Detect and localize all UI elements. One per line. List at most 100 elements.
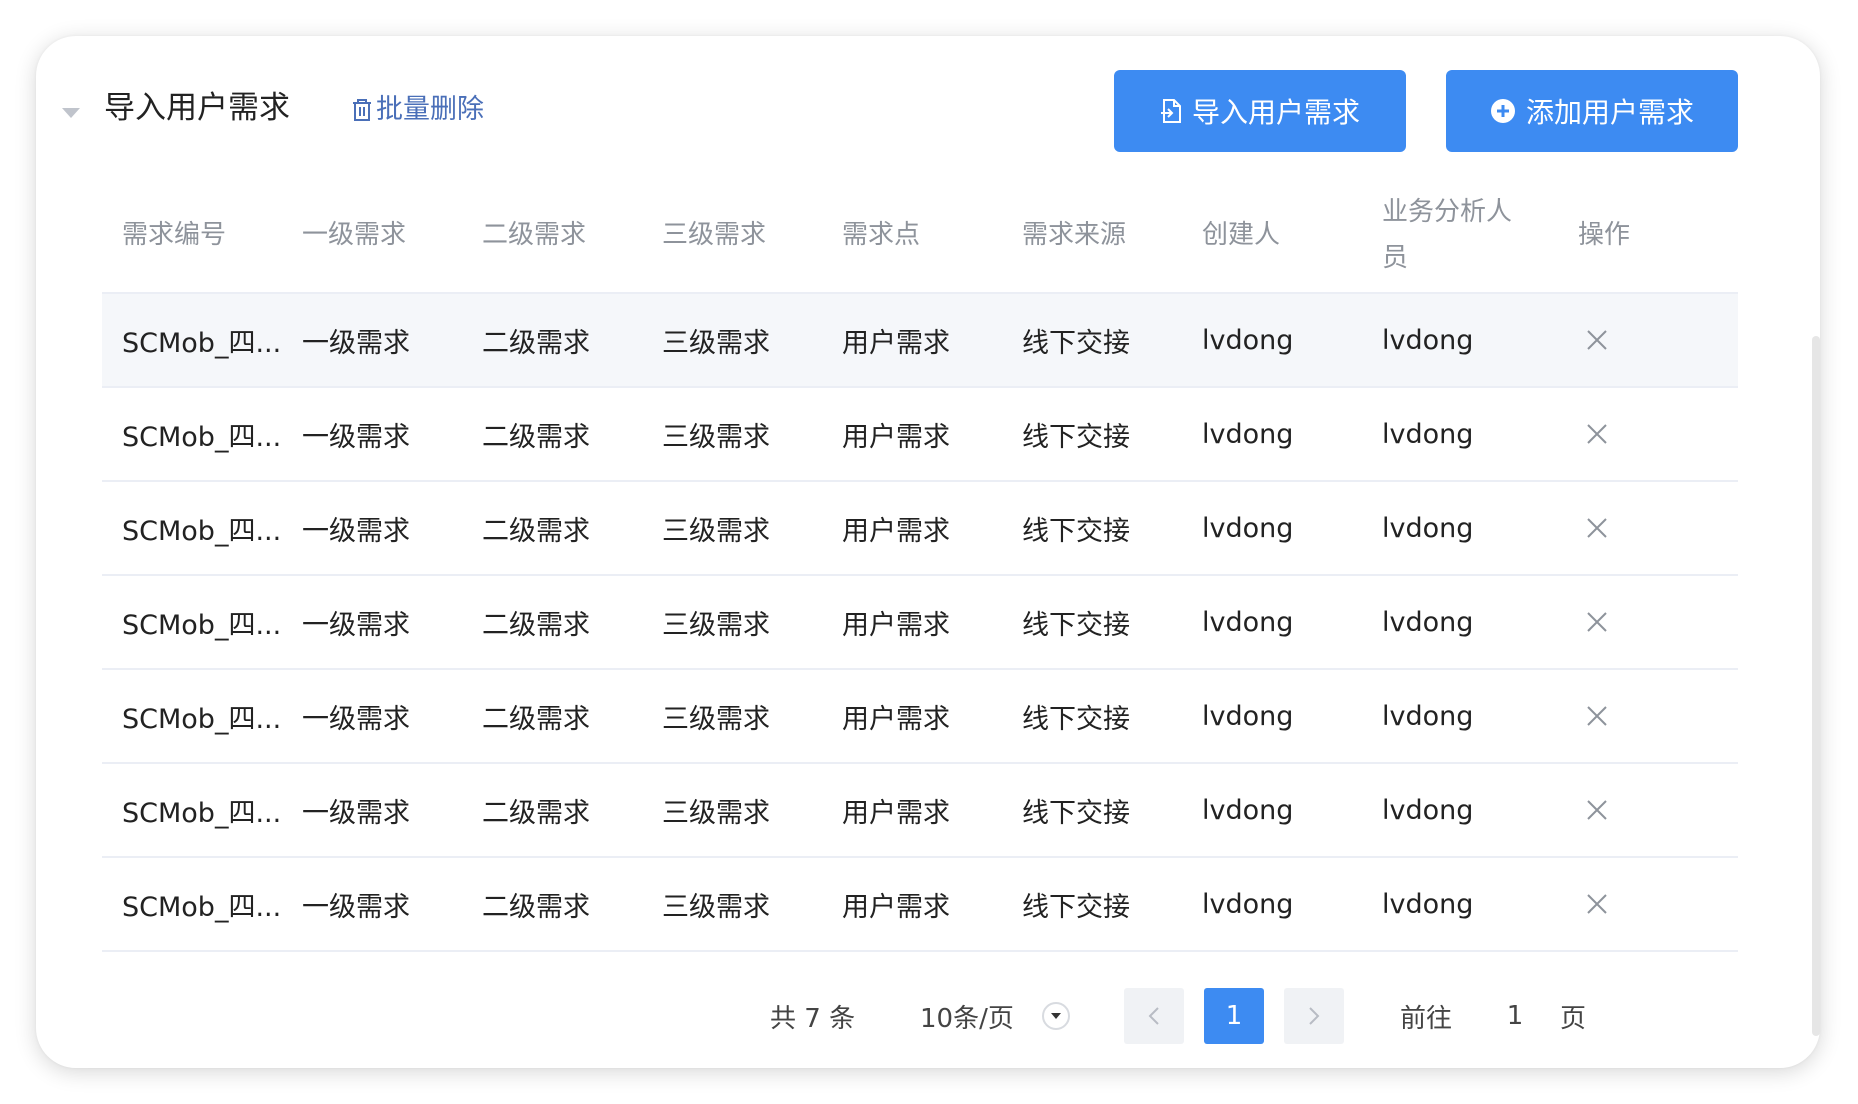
page-number-current[interactable]: 1 [1204,988,1264,1044]
import-button-label: 导入用户需求 [1191,96,1360,129]
batch-delete-label: 批量删除 [376,94,484,125]
cell-creator: lvdong [1202,324,1294,356]
cell-analyst: lvdong [1382,512,1474,544]
cell-level1: 一级需求 [302,891,410,923]
close-icon[interactable] [1586,799,1608,821]
cell-creator: lvdong [1202,418,1294,450]
cell-level3: 三级需求 [662,421,770,453]
batch-delete-link[interactable]: 批量删除 [350,92,484,128]
cell-level3: 三级需求 [662,515,770,547]
cell-source: 线下交接 [1022,797,1130,829]
pagination: 共 7 条 10条/页 1 前往 1 页 [0,988,1858,1044]
cell-analyst: lvdong [1382,700,1474,732]
file-import-icon [1160,99,1181,123]
cell-point: 用户需求 [842,891,950,923]
cell-actions [1578,482,1698,574]
cell-source: 线下交接 [1022,609,1130,641]
cell-point: 用户需求 [842,327,950,359]
col-header-level1[interactable]: 一级需求 [302,178,462,292]
cell-id: SCMob_四... [122,797,282,829]
section-title: 导入用户需求 [104,90,290,126]
col-header-level2[interactable]: 二级需求 [482,178,642,292]
goto-label: 前往 [1400,1003,1453,1034]
close-icon[interactable] [1586,517,1608,539]
cell-source: 线下交接 [1022,327,1130,359]
cell-analyst: lvdong [1382,888,1474,920]
table-header: 需求编号 一级需求 二级需求 三级需求 需求点 需求来源 创建人 业务分析人员 … [102,178,1738,294]
col-header-level3[interactable]: 三级需求 [662,178,822,292]
cell-level3: 三级需求 [662,891,770,923]
cell-level1: 一级需求 [302,421,410,453]
table-body: SCMob_四... 一级需求 二级需求 三级需求 用户需求 线下交接 lvdong lvdo… [102,294,1738,952]
col-header-actions: 操作 [1578,220,1631,250]
cell-level1: 一级需求 [302,609,410,641]
close-icon[interactable] [1586,893,1608,915]
cell-level2: 二级需求 [482,703,590,735]
cell-level3: 三级需求 [662,327,770,359]
cell-analyst: lvdong [1382,606,1474,638]
prev-page-button[interactable] [1124,988,1184,1044]
cell-level1: 一级需求 [302,797,410,829]
import-user-requirements-button[interactable]: 导入用户需求 [1114,70,1406,152]
requirements-table: 需求编号 一级需求 二级需求 三级需求 需求点 需求来源 创建人 业务分析人员 … [102,178,1738,952]
cell-source: 线下交接 [1022,515,1130,547]
trash-icon [353,99,371,121]
cell-id: SCMob_四... [122,891,282,923]
next-page-button[interactable] [1284,988,1344,1044]
cell-source: 线下交接 [1022,703,1130,735]
table-row[interactable]: SCMob_四... 一级需求 二级需求 三级需求 用户需求 线下交接 lvdong lvdo… [102,764,1738,858]
add-user-requirement-button[interactable]: 添加用户需求 [1446,70,1738,152]
table-row[interactable]: SCMob_四... 一级需求 二级需求 三级需求 用户需求 线下交接 lvdong lvdo… [102,294,1738,388]
cell-level2: 二级需求 [482,515,590,547]
cell-actions [1578,576,1698,668]
col-header-source[interactable]: 需求来源 [1022,178,1182,292]
cell-id: SCMob_四... [122,703,282,735]
scrollbar-thumb[interactable] [1812,336,1820,1036]
collapse-caret-icon[interactable] [62,108,80,118]
cell-creator: lvdong [1202,606,1294,638]
cell-level1: 一级需求 [302,515,410,547]
cell-id: SCMob_四... [122,421,282,453]
goto-page-input[interactable]: 1 [1490,988,1540,1044]
cell-creator: lvdong [1202,512,1294,544]
cell-creator: lvdong [1202,888,1294,920]
cell-creator: lvdong [1202,794,1294,826]
plus-circle-icon [1490,99,1515,123]
cell-id: SCMob_四... [122,327,282,359]
col-header-id[interactable]: 需求编号 [122,178,292,292]
table-row[interactable]: SCMob_四... 一级需求 二级需求 三级需求 用户需求 线下交接 lvdong lvdo… [102,482,1738,576]
cell-analyst: lvdong [1382,324,1474,356]
col-header-creator[interactable]: 创建人 [1202,178,1362,292]
cell-id: SCMob_四... [122,515,282,547]
table-row[interactable]: SCMob_四... 一级需求 二级需求 三级需求 用户需求 线下交接 lvdong lvdo… [102,576,1738,670]
cell-analyst: lvdong [1382,794,1474,826]
cell-level1: 一级需求 [302,327,410,359]
cell-point: 用户需求 [842,421,950,453]
cell-level2: 二级需求 [482,797,590,829]
cell-level2: 二级需求 [482,421,590,453]
page-size-dropdown[interactable] [1042,1002,1070,1030]
cell-point: 用户需求 [842,609,950,641]
cell-level1: 一级需求 [302,703,410,735]
table-row[interactable]: SCMob_四... 一级需求 二级需求 三级需求 用户需求 线下交接 lvdong lvdo… [102,858,1738,952]
add-button-label: 添加用户需求 [1525,96,1694,129]
cell-source: 线下交接 [1022,421,1130,453]
col-header-point[interactable]: 需求点 [842,178,1002,292]
table-row[interactable]: SCMob_四... 一级需求 二级需求 三级需求 用户需求 线下交接 lvdong lvdo… [102,670,1738,764]
col-header-analyst[interactable]: 业务分析人员 [1382,178,1532,292]
cell-level2: 二级需求 [482,609,590,641]
close-icon[interactable] [1586,611,1608,633]
goto-page-suffix: 页 [1560,1003,1587,1034]
cell-point: 用户需求 [842,703,950,735]
cell-actions [1578,294,1698,386]
chevron-left-icon [1148,1007,1159,1025]
close-icon[interactable] [1586,705,1608,727]
table-row[interactable]: SCMob_四... 一级需求 二级需求 三级需求 用户需求 线下交接 lvdong lvdo… [102,388,1738,482]
page-size-select[interactable]: 10条/页 [920,988,1014,1044]
close-icon[interactable] [1586,329,1608,351]
close-icon[interactable] [1586,423,1608,445]
chevron-right-icon [1309,1007,1320,1025]
cell-level3: 三级需求 [662,703,770,735]
cell-level3: 三级需求 [662,797,770,829]
cell-id: SCMob_四... [122,609,282,641]
